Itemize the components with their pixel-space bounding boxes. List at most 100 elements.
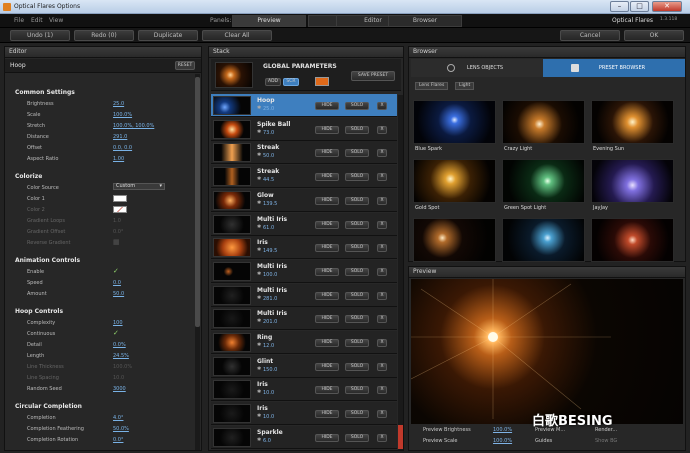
stack-row-value[interactable]: 44.5 <box>263 177 274 183</box>
remove-button[interactable]: X <box>377 339 387 347</box>
stack-row[interactable]: Iris ✱ 10.0 HIDE SOLO X <box>211 402 397 426</box>
stack-row[interactable]: Multi Iris ✱ 281.0 HIDE SOLO X <box>211 283 397 307</box>
stack-row[interactable]: Multi Iris ✱ 201.0 HIDE SOLO X <box>211 307 397 331</box>
preset-thumbnail[interactable] <box>502 100 585 144</box>
solo-button[interactable]: SOLO <box>345 220 369 229</box>
hide-button[interactable]: HIDE <box>315 339 339 347</box>
clear-all-button[interactable]: Clear All <box>202 30 272 41</box>
stack-row[interactable]: Streak ✱ 50.0 HIDE SOLO X <box>211 141 397 165</box>
preset-thumbnail[interactable] <box>413 159 496 203</box>
remove-button[interactable]: X <box>377 386 387 395</box>
stack-row[interactable]: Iris ✱ 10.0 HIDE SOLO X <box>211 378 397 402</box>
solo-button[interactable]: SOLO <box>345 244 369 253</box>
hide-button[interactable]: HIDE <box>315 410 339 419</box>
stack-row-value[interactable]: 73.0 <box>263 130 274 136</box>
stack-row-value[interactable]: 139.5 <box>263 201 277 207</box>
prop-line-thickness-value[interactable]: 100.0% <box>113 364 132 370</box>
solo-button[interactable]: SOLO <box>345 149 369 158</box>
save-preset-button[interactable]: SAVE PRESET <box>351 71 395 81</box>
reverse-gradient-checkbox[interactable]: ▦ <box>113 239 120 246</box>
color2-swatch[interactable] <box>113 206 127 213</box>
color1-swatch[interactable] <box>113 195 127 202</box>
solo-button[interactable]: SOLO <box>345 315 369 324</box>
remove-button[interactable]: X <box>377 196 387 205</box>
minimize-button[interactable]: – <box>610 1 629 12</box>
solo-button[interactable]: SOLO <box>345 362 369 371</box>
stack-row-value[interactable]: 281.0 <box>263 296 277 302</box>
prop-aspect-value[interactable]: 1.00 <box>113 156 124 162</box>
stack-row[interactable]: Streak ✱ 44.5 HIDE SOLO X <box>211 165 397 189</box>
stack-row-value[interactable]: 10.0 <box>263 390 274 396</box>
undo-button[interactable]: Undo (1) <box>10 30 70 41</box>
stack-row[interactable]: Multi Iris ✱ 100.0 HIDE SOLO X <box>211 259 397 283</box>
preset-thumbnail[interactable] <box>591 159 674 203</box>
hide-button[interactable]: HIDE <box>315 386 339 395</box>
stack-row-value[interactable]: 6.0 <box>263 438 271 444</box>
solo-button[interactable]: SOLO <box>345 433 369 442</box>
breadcrumb-light[interactable]: Light <box>455 82 475 90</box>
remove-button[interactable]: X <box>377 220 387 229</box>
global-color-swatch[interactable] <box>315 77 329 86</box>
remove-button[interactable]: X <box>377 315 387 324</box>
screen-mode-button[interactable]: SCR <box>283 78 299 86</box>
solo-button[interactable]: SOLO <box>345 173 369 182</box>
show-bg-label[interactable]: Show BG <box>595 438 617 444</box>
solo-button[interactable]: SOLO <box>345 196 369 205</box>
stack-row[interactable]: Iris ✱ 149.5 HIDE SOLO X <box>211 236 397 260</box>
prop-offset-value[interactable]: 0.0, 0.0 <box>113 145 132 151</box>
tab-preset-browser[interactable]: PRESET BROWSER <box>543 59 685 77</box>
preview-viewport[interactable] <box>411 279 683 424</box>
prop-amount-value[interactable]: 50.0 <box>113 291 124 297</box>
stack-row-value[interactable]: 50.0 <box>263 153 274 159</box>
remove-button[interactable]: X <box>377 102 387 110</box>
prop-random-seed-value[interactable]: 3000 <box>113 386 126 392</box>
tab-browser[interactable]: Browser <box>388 15 462 27</box>
remove-button[interactable]: X <box>377 410 387 419</box>
stack-row-value[interactable]: 10.0 <box>263 414 274 420</box>
tab-preview[interactable]: Preview <box>232 15 306 27</box>
remove-button[interactable]: X <box>377 433 387 442</box>
hide-button[interactable]: HIDE <box>315 196 339 205</box>
prop-length-value[interactable]: 24.5% <box>113 353 129 359</box>
editor-scroll-thumb[interactable] <box>195 77 200 327</box>
maximize-button[interactable]: □ <box>630 1 649 12</box>
preset-thumbnail[interactable] <box>591 218 674 262</box>
remove-button[interactable]: X <box>377 149 387 158</box>
prop-grad-loops-value[interactable]: 1.0 <box>113 218 121 224</box>
enable-checkbox[interactable]: ✓ <box>113 268 120 275</box>
solo-button[interactable]: SOLO <box>345 267 369 276</box>
prop-scale-value[interactable]: 100.0% <box>113 112 132 118</box>
hide-button[interactable]: HIDE <box>315 315 339 324</box>
stack-row-value[interactable]: 12.0 <box>263 343 274 349</box>
prop-brightness-value[interactable]: 25.0 <box>113 101 124 107</box>
hide-button[interactable]: HIDE <box>315 220 339 229</box>
menu-file[interactable]: File <box>14 17 24 24</box>
hide-button[interactable]: HIDE <box>315 291 339 300</box>
remove-button[interactable]: X <box>377 244 387 253</box>
preview-scale-value[interactable]: 100.0% <box>493 438 512 444</box>
stack-row[interactable]: Glow ✱ 139.5 HIDE SOLO X <box>211 188 397 212</box>
continuous-checkbox[interactable]: ✓ <box>113 330 120 337</box>
editor-scrollbar[interactable] <box>195 74 200 450</box>
solo-button[interactable]: SOLO <box>345 125 369 134</box>
redo-button[interactable]: Redo (0) <box>74 30 134 41</box>
preset-thumbnail[interactable] <box>502 218 585 262</box>
color-source-select[interactable]: Custom ▾ <box>113 183 165 190</box>
remove-button[interactable]: X <box>377 267 387 276</box>
prop-completion-value[interactable]: 4.0° <box>113 415 123 421</box>
stack-row-value[interactable]: 61.0 <box>263 225 274 231</box>
hide-button[interactable]: HIDE <box>315 149 339 158</box>
menu-edit[interactable]: Edit <box>31 17 43 24</box>
prop-complexity-value[interactable]: 100 <box>113 320 123 326</box>
prop-line-spacing-value[interactable]: 10.0 <box>113 375 124 381</box>
stack-row[interactable]: Hoop ✱ 25.0 HIDE SOLO X <box>211 94 397 117</box>
stack-scrollbar[interactable] <box>398 95 403 450</box>
guides-label[interactable]: Guides <box>535 438 552 444</box>
breadcrumb-lens-flares[interactable]: Lens Flares <box>415 82 449 90</box>
hide-button[interactable]: HIDE <box>315 173 339 182</box>
hide-button[interactable]: HIDE <box>315 267 339 276</box>
hide-button[interactable]: HIDE <box>315 362 339 371</box>
hide-button[interactable]: HIDE <box>315 125 339 134</box>
stack-row-value[interactable]: 100.0 <box>263 272 277 278</box>
remove-button[interactable]: X <box>377 362 387 371</box>
